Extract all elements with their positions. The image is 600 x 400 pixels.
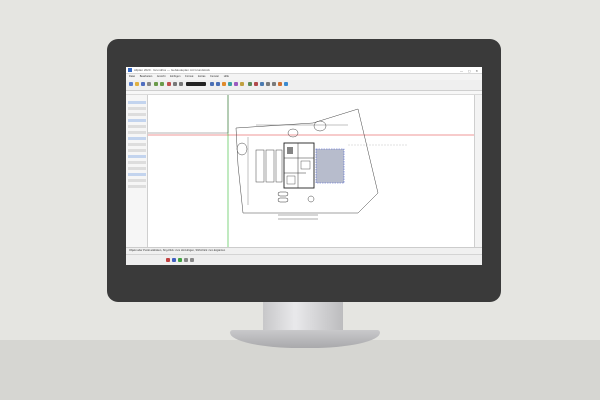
bottom-toolbar: [126, 254, 482, 265]
measure-icon[interactable]: [222, 82, 226, 86]
title-bar: Allplan 2020 · Grundriss — Gebäudeplan m…: [126, 67, 482, 74]
palette-item[interactable]: [128, 101, 146, 104]
palette-item[interactable]: [128, 143, 146, 146]
undo-icon[interactable]: [154, 82, 158, 86]
palette-item[interactable]: [128, 125, 146, 128]
tree-symbol: [313, 120, 327, 132]
layer-select-field[interactable]: [186, 82, 206, 86]
desk-surface: [0, 340, 600, 400]
paste-icon[interactable]: [179, 82, 183, 86]
grid-icon[interactable]: [248, 82, 252, 86]
palette-item[interactable]: [128, 137, 146, 140]
status-text: Objekt oder Punkt anklicken, Strg-Klick:…: [129, 249, 226, 252]
room-furniture: [286, 175, 296, 185]
print-icon[interactable]: [147, 82, 151, 86]
monitor-stand: [263, 302, 343, 332]
menu-item-extras[interactable]: Extras: [198, 75, 205, 78]
render-icon[interactable]: [240, 82, 244, 86]
palette-item[interactable]: [128, 155, 146, 158]
tree-symbol: [287, 128, 299, 138]
palette-item[interactable]: [128, 119, 146, 122]
car-symbol: [277, 197, 289, 203]
view-3d-icon[interactable]: [228, 82, 232, 86]
parking-bay: [275, 149, 283, 183]
tree-symbol: [236, 142, 248, 156]
open-folder-icon[interactable]: [135, 82, 139, 86]
delete-icon[interactable]: [167, 82, 171, 86]
ortho-toggle-icon[interactable]: [172, 258, 176, 262]
palette-item[interactable]: [128, 167, 146, 170]
tree-symbol: [307, 195, 315, 203]
screen: Allplan 2020 · Grundriss — Gebäudeplan m…: [126, 67, 482, 265]
parking-bay: [255, 149, 265, 183]
palette-item[interactable]: [128, 113, 146, 116]
wall-tool-icon[interactable]: [260, 82, 264, 86]
window-tool-icon[interactable]: [272, 82, 276, 86]
redo-icon[interactable]: [160, 82, 164, 86]
menu-item-bearbeiten[interactable]: Bearbeiten: [140, 75, 153, 78]
menu-item-hilfe[interactable]: Hilfe: [224, 75, 229, 78]
status-bar: Objekt oder Punkt anklicken, Strg-Klick:…: [126, 247, 482, 254]
car-symbol: [277, 191, 289, 197]
snap-toggle-icon[interactable]: [166, 258, 170, 262]
room-furniture: [287, 147, 293, 154]
drawing-canvas[interactable]: [148, 95, 474, 247]
palette-item[interactable]: [128, 185, 146, 188]
new-file-icon[interactable]: [129, 82, 133, 86]
palette-item[interactable]: [128, 131, 146, 134]
save-icon[interactable]: [141, 82, 145, 86]
zoom-icon[interactable]: [210, 82, 214, 86]
floor-plan-drawing: [148, 95, 474, 247]
palette-item[interactable]: [128, 179, 146, 182]
snap-icon[interactable]: [254, 82, 258, 86]
scale-icon[interactable]: [190, 258, 194, 262]
parking-bay: [265, 149, 275, 183]
menu-item-datei[interactable]: Datei: [129, 75, 135, 78]
grid-toggle-icon[interactable]: [178, 258, 182, 262]
tool-palette: [126, 95, 148, 247]
palette-item[interactable]: [128, 173, 146, 176]
layer-toggle-icon[interactable]: [184, 258, 188, 262]
copy-icon[interactable]: [173, 82, 177, 86]
dimension-tool-icon[interactable]: [284, 82, 288, 86]
selected-garage: [315, 148, 345, 184]
palette-item[interactable]: [128, 161, 146, 164]
stairs-tool-icon[interactable]: [278, 82, 282, 86]
menu-item-ansicht[interactable]: Ansicht: [157, 75, 166, 78]
palette-item[interactable]: [128, 107, 146, 110]
pan-icon[interactable]: [216, 82, 220, 86]
door-tool-icon[interactable]: [266, 82, 270, 86]
room-furniture: [300, 160, 311, 170]
section-icon[interactable]: [234, 82, 238, 86]
palette-item[interactable]: [128, 149, 146, 152]
menu-item-einfuegen[interactable]: Einfügen: [170, 75, 180, 78]
main-toolbar: [126, 80, 482, 91]
right-toolbar: [474, 95, 482, 247]
menu-item-format[interactable]: Format: [185, 75, 193, 78]
window-title: Allplan 2020 · Grundriss — Gebäudeplan m…: [134, 68, 210, 72]
app-logo-icon: [128, 68, 132, 72]
menu-item-fenster[interactable]: Fenster: [210, 75, 219, 78]
